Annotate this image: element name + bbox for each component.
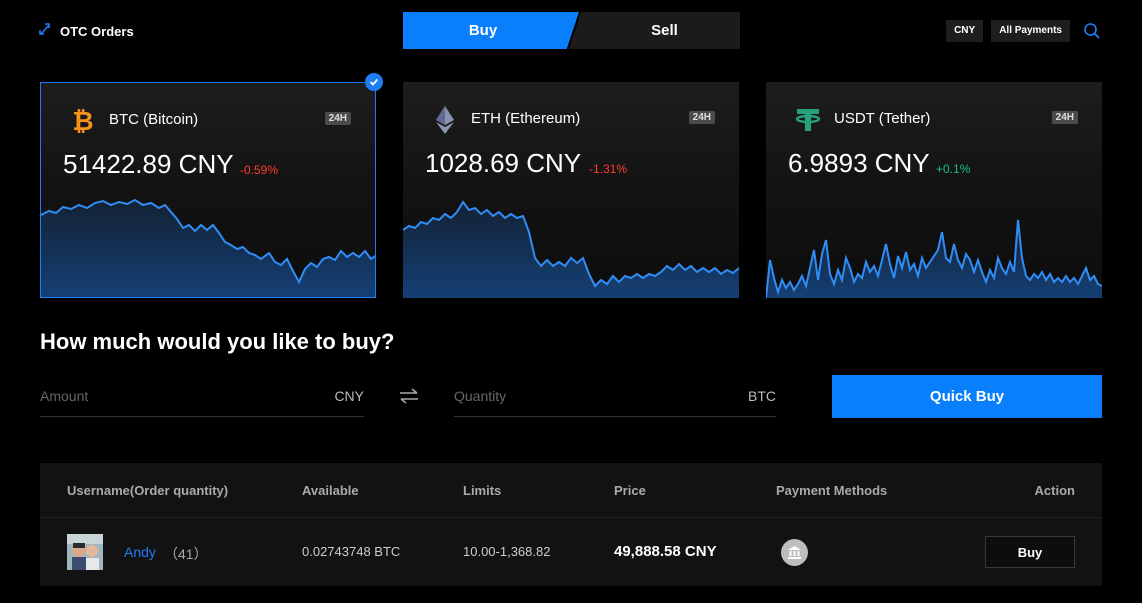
page-title: OTC Orders — [60, 24, 134, 39]
bitcoin-icon: ₿ — [67, 105, 99, 137]
top-bar: OTC Orders Sell Buy CNY All Payments — [0, 0, 1142, 60]
period-badge: 24H — [688, 111, 715, 124]
svg-text:₿: ₿ — [72, 107, 93, 136]
order-count: （41） — [164, 546, 208, 562]
card-title: ETH (Ethereum) — [471, 110, 581, 127]
price-sparkline — [766, 219, 1102, 298]
filter-controls: CNY All Payments — [946, 20, 1102, 42]
buy-sell-tabs: Sell Buy — [403, 12, 740, 49]
card-price: 6.9893 CNY — [788, 148, 930, 178]
bank-icon — [781, 539, 808, 566]
quantity-unit: BTC — [748, 388, 776, 404]
quantity-placeholder: Quantity — [454, 388, 507, 404]
amount-field[interactable]: Amount CNY — [40, 374, 364, 417]
swap-button[interactable] — [398, 386, 420, 406]
avatar — [67, 534, 103, 570]
quantity-field[interactable]: Quantity BTC — [454, 374, 776, 417]
payment-filter[interactable]: All Payments — [991, 20, 1070, 42]
tether-icon — [792, 104, 824, 136]
currency-cards: ₿ BTC (Bitcoin) 24H 51422.89 CNY -0.59% — [40, 82, 1102, 298]
price-sparkline — [41, 198, 375, 297]
search-icon — [1084, 23, 1100, 39]
amount-placeholder: Amount — [40, 388, 89, 404]
card-change: -0.59% — [240, 163, 279, 177]
selected-check-icon — [365, 73, 383, 91]
card-price: 1028.69 CNY — [425, 148, 582, 178]
tab-sell[interactable]: Sell — [569, 12, 740, 49]
amount-unit: CNY — [334, 388, 364, 404]
table-header: Username(Order quantity) Available Limit… — [40, 463, 1102, 518]
card-title: USDT (Tether) — [834, 110, 931, 127]
column-header: Payment Methods — [776, 483, 888, 498]
buy-question-heading: How much would you like to buy? — [40, 329, 395, 354]
search-button[interactable] — [1082, 21, 1102, 41]
username-link[interactable]: Andy — [124, 544, 156, 560]
column-header: Limits — [463, 483, 502, 498]
quick-buy-button[interactable]: Quick Buy — [832, 375, 1102, 418]
card-change: -1.31% — [589, 162, 628, 176]
tab-buy[interactable]: Buy — [403, 12, 579, 49]
order-limits: 10.00-1,368.82 — [463, 544, 551, 559]
period-badge: 24H — [1051, 111, 1078, 124]
column-header: Price — [614, 483, 646, 498]
swap-arrows-icon — [38, 21, 52, 42]
card-title: BTC (Bitcoin) — [109, 111, 199, 128]
ethereum-icon — [429, 104, 461, 136]
swap-icon — [400, 388, 418, 404]
orders-table: Username(Order quantity) Available Limit… — [40, 463, 1102, 586]
price-sparkline — [403, 200, 739, 298]
table-row: Andy （41） 0.02743748 BTC 10.00-1,368.82 … — [40, 519, 1102, 586]
column-header: Available — [302, 483, 359, 498]
brand: OTC Orders — [38, 21, 134, 42]
card-eth[interactable]: ETH (Ethereum) 24H 1028.69 CNY -1.31% — [403, 82, 739, 298]
card-btc[interactable]: ₿ BTC (Bitcoin) 24H 51422.89 CNY -0.59% — [40, 82, 376, 298]
currency-selector[interactable]: CNY — [946, 20, 984, 42]
order-price: 49,888.58 CNY — [614, 543, 717, 560]
card-usdt[interactable]: USDT (Tether) 24H 6.9893 CNY +0.1% — [766, 82, 1102, 298]
available-amount: 0.02743748 BTC — [302, 544, 401, 559]
column-header: Username(Order quantity) — [67, 483, 229, 498]
column-header: Action — [1034, 483, 1075, 498]
card-change: +0.1% — [936, 162, 971, 176]
period-badge: 24H — [324, 112, 351, 125]
card-price: 51422.89 CNY — [63, 149, 234, 179]
row-buy-button[interactable]: Buy — [985, 536, 1075, 568]
